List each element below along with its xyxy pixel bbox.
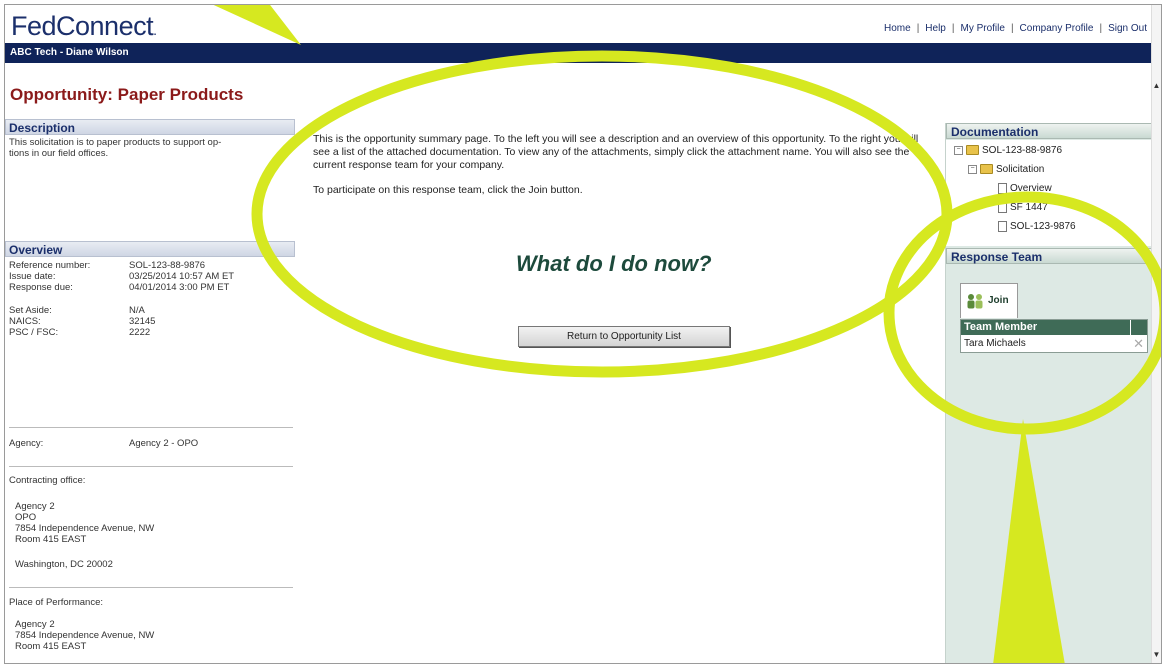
response-team-heading: Response Team bbox=[946, 248, 1158, 264]
team-member-name: Tara Michaels bbox=[964, 338, 1026, 349]
join-button[interactable]: Join bbox=[960, 283, 1018, 318]
psc-label: PSC / FSC: bbox=[9, 327, 59, 338]
reference-value: SOL-123-88-9876 bbox=[129, 260, 206, 271]
logo-text: FedConnect bbox=[11, 11, 154, 41]
overview-heading: Overview bbox=[5, 241, 295, 257]
fedconnect-logo: FedConnect. bbox=[11, 11, 157, 42]
contracting-line: Agency 2 bbox=[15, 501, 55, 512]
place-of-performance-label: Place of Performance: bbox=[9, 597, 103, 608]
agency-value: Agency 2 - OPO bbox=[129, 438, 199, 449]
instructions-paragraph: This is the opportunity summary page. To… bbox=[313, 133, 919, 171]
arrow-top-icon bbox=[213, 5, 301, 45]
divider bbox=[9, 466, 293, 467]
tree-document[interactable]: SOL-123-9876 bbox=[998, 221, 1076, 232]
issue-date-value: 03/25/2014 10:57 AM ET bbox=[129, 271, 235, 282]
description-heading: Description bbox=[5, 119, 295, 135]
home-link[interactable]: Home bbox=[884, 23, 911, 34]
documentation-heading: Documentation bbox=[946, 123, 1158, 139]
help-link[interactable]: Help bbox=[925, 23, 946, 34]
top-nav: Home | Help | My Profile | Company Profile | Sig… bbox=[884, 23, 1147, 34]
response-due-label: Response due: bbox=[9, 282, 73, 293]
document-icon bbox=[998, 183, 1007, 194]
place-line: Room 415 EAST bbox=[15, 641, 87, 652]
collapse-icon[interactable]: − bbox=[968, 164, 977, 174]
psc-value: 2222 bbox=[129, 327, 151, 338]
team-member-column-header: Team Member bbox=[964, 321, 1038, 333]
document-link[interactable]: Overview bbox=[1010, 183, 1052, 194]
naics-value: 32145 bbox=[129, 316, 156, 327]
scrollbar[interactable]: ▲ ▼ bbox=[1151, 5, 1161, 663]
contracting-line: Room 415 EAST bbox=[15, 534, 87, 545]
place-line: 7854 Independence Avenue, NW bbox=[15, 630, 155, 641]
tree-folder-label: Solicitation bbox=[996, 164, 1045, 175]
separator: | bbox=[951, 23, 955, 34]
issue-date-label: Issue date: bbox=[9, 271, 56, 282]
document-icon bbox=[998, 202, 1007, 213]
separator: | bbox=[1010, 23, 1014, 34]
tree-root-label: SOL-123-88-9876 bbox=[982, 145, 1063, 156]
documentation-tree: − SOL-123-88-9876 − Solicitation Overview … bbox=[946, 140, 1158, 246]
headline: What do I do now? bbox=[516, 251, 712, 276]
divider bbox=[9, 587, 293, 588]
description-line: This solicitation is to paper products t… bbox=[9, 137, 222, 148]
user-bar: ABC Tech - Diane Wilson bbox=[5, 43, 1161, 63]
divider bbox=[9, 427, 293, 428]
scroll-up-arrow-icon[interactable]: ▲ bbox=[1152, 81, 1161, 90]
agency-label: Agency: bbox=[9, 438, 44, 449]
tree-folder[interactable]: − Solicitation bbox=[968, 164, 1044, 175]
contracting-line: 7854 Independence Avenue, NW bbox=[15, 523, 155, 534]
document-link[interactable]: SOL-123-9876 bbox=[1010, 221, 1076, 232]
right-panel: Documentation − SOL-123-88-9876 − Solicita… bbox=[945, 123, 1158, 663]
return-to-opportunity-list-button[interactable]: Return to Opportunity List bbox=[518, 326, 730, 347]
contracting-office-label: Contracting office: bbox=[9, 475, 86, 486]
instructions: This is the opportunity summary page. To… bbox=[313, 133, 933, 197]
set-aside-label: Set Aside: bbox=[9, 305, 52, 316]
team-people-icon bbox=[967, 294, 983, 309]
highlight-ellipse-main bbox=[251, 50, 953, 378]
tree-document[interactable]: SF 1447 bbox=[998, 202, 1048, 213]
document-icon bbox=[998, 221, 1007, 232]
contracting-line: OPO bbox=[15, 512, 37, 523]
sign-out-link[interactable]: Sign Out bbox=[1108, 23, 1147, 34]
page-title: Opportunity: Paper Products bbox=[10, 85, 244, 104]
description-line: tions in our field offices. bbox=[9, 148, 109, 159]
browser-frame: FedConnect. Home | Help | My Profile | Company… bbox=[4, 4, 1162, 664]
table-row: Tara Michaels ✕ bbox=[961, 335, 1147, 352]
join-label: Join bbox=[988, 295, 1009, 306]
response-due-value: 04/01/2014 3:00 PM ET bbox=[129, 282, 230, 293]
team-table: Team Member Tara Michaels ✕ bbox=[960, 319, 1148, 353]
header-cell bbox=[1130, 320, 1147, 335]
separator: | bbox=[916, 23, 920, 34]
team-table-header: Team Member bbox=[961, 320, 1147, 335]
logo-dot: . bbox=[153, 22, 157, 38]
folder-icon bbox=[980, 164, 993, 175]
reference-label: Reference number: bbox=[9, 260, 91, 271]
contracting-line: Washington, DC 20002 bbox=[15, 559, 113, 570]
scroll-down-arrow-icon[interactable]: ▼ bbox=[1152, 650, 1161, 659]
place-line: Agency 2 bbox=[15, 619, 55, 630]
collapse-icon[interactable]: − bbox=[954, 145, 963, 155]
document-link[interactable]: SF 1447 bbox=[1010, 202, 1048, 213]
folder-icon bbox=[966, 145, 979, 156]
separator: | bbox=[1099, 23, 1103, 34]
description-text: This solicitation is to paper products t… bbox=[9, 137, 294, 159]
instructions-paragraph: To participate on this response team, cl… bbox=[313, 184, 583, 196]
tree-root[interactable]: − SOL-123-88-9876 bbox=[954, 145, 1062, 156]
naics-label: NAICS: bbox=[9, 316, 41, 327]
tree-document[interactable]: Overview bbox=[998, 183, 1052, 194]
set-aside-value: N/A bbox=[129, 305, 145, 316]
company-profile-link[interactable]: Company Profile bbox=[1020, 23, 1094, 34]
my-profile-link[interactable]: My Profile bbox=[960, 23, 1004, 34]
remove-icon[interactable]: ✕ bbox=[1133, 335, 1144, 352]
